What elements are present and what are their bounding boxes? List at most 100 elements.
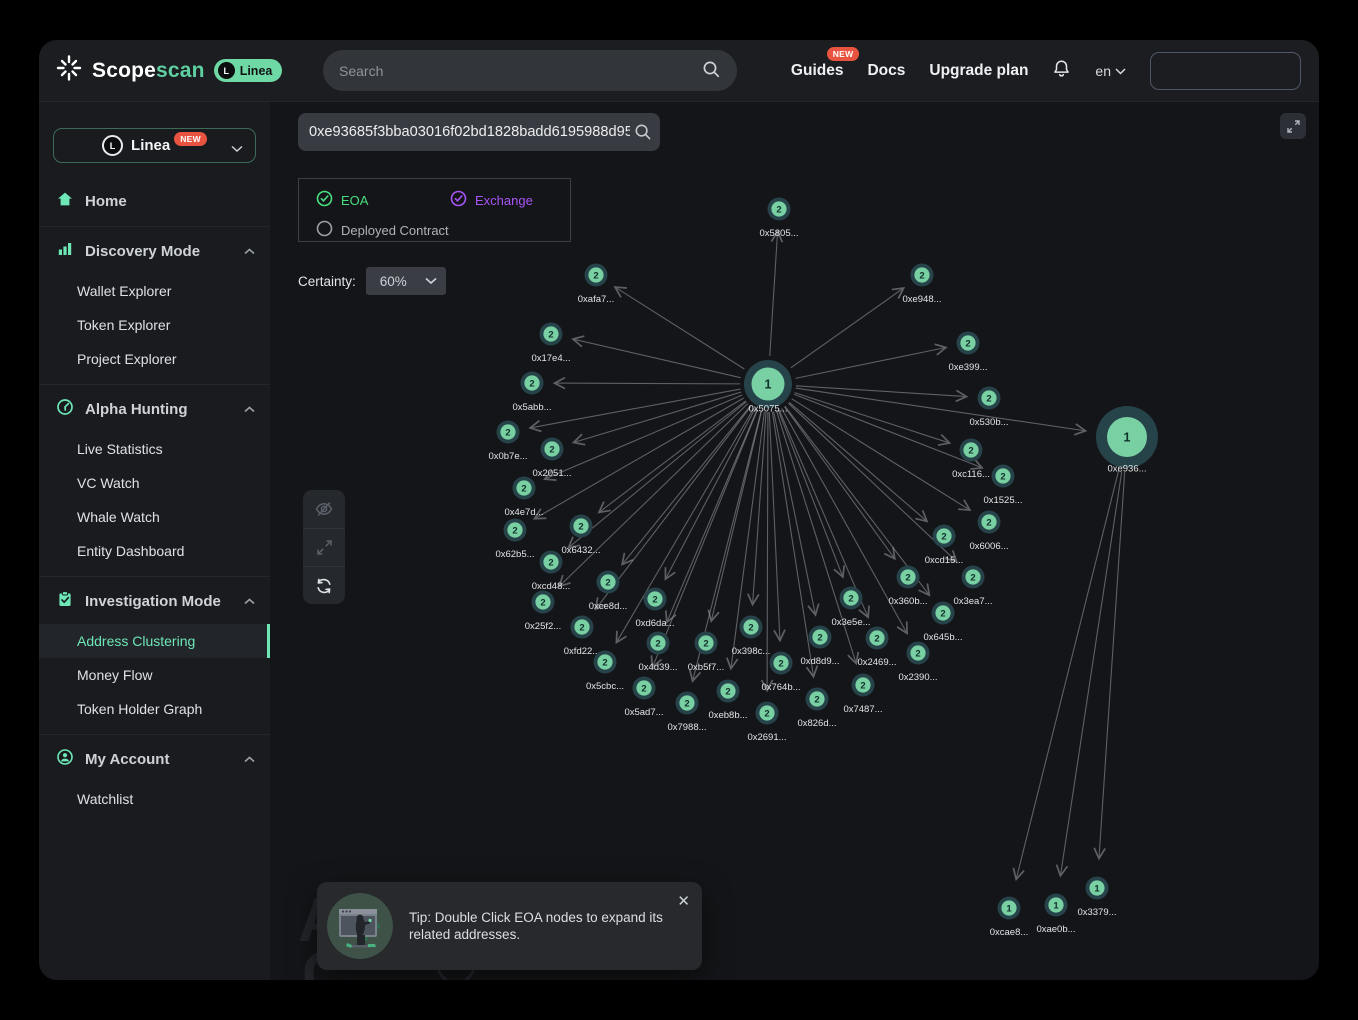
- sidebar-item-money-flow[interactable]: Money Flow: [39, 658, 270, 692]
- graph-node-label: 0x5805...: [759, 228, 798, 239]
- address-input[interactable]: 0xe93685f3bba03016f02bd1828badd6195988d9…: [298, 113, 660, 151]
- filter-exchange[interactable]: Exchange: [450, 190, 533, 210]
- expand-icon: [315, 538, 334, 557]
- language-selector[interactable]: en: [1095, 63, 1126, 79]
- certainty-dropdown[interactable]: 60%: [366, 267, 446, 295]
- sidebar-item-token-explorer[interactable]: Token Explorer: [39, 308, 270, 342]
- graph-edge: [769, 412, 780, 641]
- graph-node-0x4e7d[interactable]: 20x4e7d...: [504, 477, 543, 518]
- graph-node-0x530b[interactable]: 20x530b...: [969, 387, 1008, 428]
- graph-node-0x2691[interactable]: 20x2691...: [747, 702, 786, 743]
- graph-node-0x4d39[interactable]: 20x4d39...: [638, 632, 677, 673]
- hide-nodes-button[interactable]: [303, 490, 345, 528]
- graph-node-0x2051[interactable]: 20x2051...: [532, 438, 571, 479]
- graph-node-0xce8d[interactable]: 20xce8d...: [589, 571, 628, 612]
- graph-node-0x3e5e[interactable]: 20x3e5e...: [831, 587, 870, 628]
- svg-text:2: 2: [684, 698, 689, 709]
- filter-deployed-contract[interactable]: Deployed Contract: [316, 220, 449, 240]
- graph-node-0xb5f7[interactable]: 20xb5f7...: [688, 632, 724, 673]
- network-select[interactable]: L Linea NEW: [53, 128, 256, 163]
- graph-edge: [615, 287, 744, 369]
- graph-node-0xe936[interactable]: 10xe936...: [1096, 406, 1158, 474]
- graph-node-0xc116[interactable]: 20xc116...: [952, 439, 990, 480]
- expand-graph-button[interactable]: [303, 528, 345, 566]
- graph-node-0x5805[interactable]: 20x5805...: [759, 198, 798, 239]
- sidebar-item-my-account[interactable]: My Account: [39, 737, 270, 782]
- refresh-button[interactable]: [303, 566, 345, 604]
- search-icon[interactable]: [634, 123, 652, 146]
- svg-text:2: 2: [652, 594, 657, 605]
- app-header: Scopescan L Linea Search NEW Guides Docs…: [39, 40, 1319, 102]
- graph-node-0xe399[interactable]: 20xe399...: [948, 332, 987, 373]
- graph-node-0x5075[interactable]: 10x5075...: [744, 360, 792, 414]
- graph-node-0x5abb[interactable]: 20x5abb...: [512, 372, 551, 413]
- sidebar-item-investigation-mode[interactable]: Investigation Mode: [39, 579, 270, 624]
- sidebar-item-whale-watch[interactable]: Whale Watch: [39, 500, 270, 534]
- graph-edge: [784, 407, 894, 559]
- graph-node-0x2390[interactable]: 20x2390...: [898, 642, 937, 683]
- graph-canvas[interactable]: 10x5075...10xe936...20x5805...20xafa7...…: [270, 102, 1319, 980]
- graph-node-0x0b7e[interactable]: 20x0b7e...: [488, 421, 527, 462]
- svg-text:2: 2: [748, 622, 753, 633]
- sidebar-item-home[interactable]: Home: [39, 179, 270, 224]
- sidebar-item-address-clustering[interactable]: Address Clustering: [39, 624, 270, 658]
- close-icon[interactable]: ✕: [677, 894, 690, 909]
- graph-node-0xcd48[interactable]: 20xcd48...: [532, 551, 571, 592]
- svg-text:2: 2: [529, 378, 534, 389]
- sidebar-item-watchlist[interactable]: Watchlist: [39, 782, 270, 816]
- nav-upgrade-plan[interactable]: Upgrade plan: [929, 62, 1028, 80]
- graph-node-0x360b[interactable]: 20x360b...: [888, 566, 927, 607]
- nav-guides[interactable]: NEW Guides: [791, 62, 844, 80]
- graph-node-0xcae8[interactable]: 10xcae8...: [990, 897, 1029, 938]
- fullscreen-button[interactable]: [1280, 113, 1306, 139]
- refresh-icon: [314, 576, 334, 596]
- sidebar-section-label: Home: [85, 193, 256, 210]
- brand[interactable]: Scopescan L Linea: [55, 54, 282, 87]
- graph-node-0xd6da[interactable]: 20xd6da...: [635, 588, 674, 629]
- graph-node-label: 0xcd15...: [925, 555, 964, 566]
- nav-docs[interactable]: Docs: [867, 62, 905, 80]
- sidebar-item-project-explorer[interactable]: Project Explorer: [39, 342, 270, 376]
- wallet-connect-button[interactable]: [1150, 52, 1301, 90]
- graph-node-0xe948[interactable]: 20xe948...: [902, 264, 941, 305]
- svg-text:2: 2: [703, 638, 708, 649]
- graph-node-0xae0b[interactable]: 10xae0b...: [1036, 894, 1075, 935]
- linea-logo-icon: L: [218, 62, 235, 79]
- bell-icon[interactable]: [1052, 59, 1071, 84]
- graph-node-0x3ea7[interactable]: 20x3ea7...: [953, 566, 992, 607]
- graph-edge: [616, 408, 753, 642]
- global-search-input[interactable]: Search: [323, 50, 737, 91]
- graph-node-label: 0x6006...: [969, 541, 1008, 552]
- graph-node-0xeb8b[interactable]: 20xeb8b...: [708, 680, 747, 721]
- graph-node-label: 0x2051...: [532, 468, 571, 479]
- graph-node-0x5ad7[interactable]: 20x5ad7...: [624, 677, 663, 718]
- graph-node-label: 0x360b...: [888, 596, 927, 607]
- filter-eoa[interactable]: EOA: [316, 190, 450, 210]
- sidebar-item-vc-watch[interactable]: VC Watch: [39, 466, 270, 500]
- graph-node-label: 0x1525...: [983, 495, 1022, 506]
- graph-node-0x7487[interactable]: 20x7487...: [843, 674, 882, 715]
- sidebar-item-live-statistics[interactable]: Live Statistics: [39, 432, 270, 466]
- sidebar-item-wallet-explorer[interactable]: Wallet Explorer: [39, 274, 270, 308]
- svg-text:2: 2: [970, 572, 975, 583]
- graph-edge: [791, 288, 904, 368]
- sidebar-item-alpha-hunting[interactable]: Alpha Hunting: [39, 387, 270, 432]
- graph-node-0x7988[interactable]: 20x7988...: [667, 692, 706, 733]
- graph-node-0x645b[interactable]: 20x645b...: [923, 602, 962, 643]
- graph-node-0x25f2[interactable]: 20x25f2...: [525, 591, 561, 632]
- graph-node-0xafa7[interactable]: 20xafa7...: [578, 264, 614, 305]
- filter-label: EOA: [341, 193, 368, 208]
- sidebar-item-discovery-mode[interactable]: Discovery Mode: [39, 229, 270, 274]
- graph-node-0x3379[interactable]: 10x3379...: [1077, 877, 1116, 918]
- sidebar-item-token-holder-graph[interactable]: Token Holder Graph: [39, 692, 270, 726]
- graph-node-0x2469[interactable]: 20x2469...: [857, 627, 896, 668]
- graph-node-0x17e4[interactable]: 20x17e4...: [531, 323, 570, 364]
- graph-edge: [622, 406, 750, 565]
- graph-node-0x6432[interactable]: 20x6432...: [561, 515, 600, 556]
- graph-node-0x6006[interactable]: 20x6006...: [969, 511, 1008, 552]
- graph-node-0xcd15[interactable]: 20xcd15...: [925, 525, 964, 566]
- sidebar-item-entity-dashboard[interactable]: Entity Dashboard: [39, 534, 270, 568]
- graph-node-0x826d[interactable]: 20x826d...: [797, 688, 836, 729]
- graph-node-0x62b5[interactable]: 20x62b5...: [495, 519, 534, 560]
- graph-node-0xfd22[interactable]: 20xfd22...: [564, 616, 600, 657]
